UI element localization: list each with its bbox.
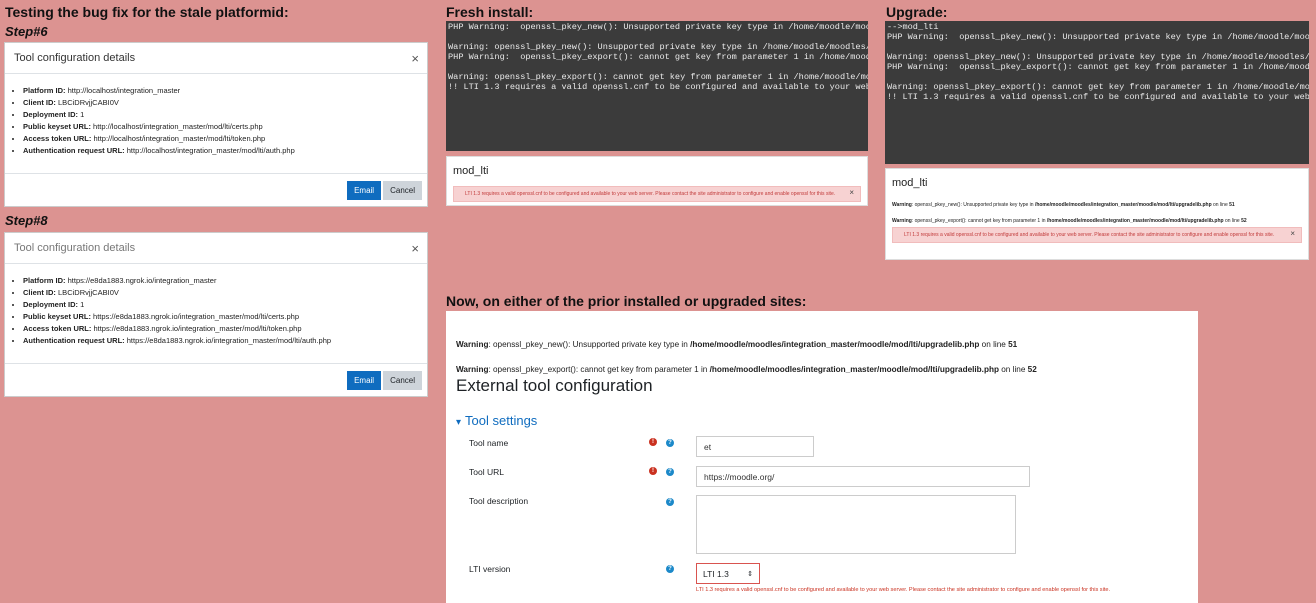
list-item: Public keyset URL: http://localhost/inte… [23, 121, 419, 133]
tool-description-textarea[interactable] [696, 495, 1016, 554]
list-item: Client ID: LBCiDRvjjCABI0V [23, 97, 419, 109]
list-item: Public keyset URL: https://e8da1883.ngro… [23, 311, 419, 323]
list-item: Platform ID: https://e8da1883.ngrok.io/i… [23, 275, 419, 287]
upgrade-terminal: -->mod_lti PHP Warning: openssl_pkey_new… [885, 21, 1309, 164]
lti-version-select[interactable]: LTI 1.3 ⇕ [696, 563, 760, 584]
step6-label: Step#6 [5, 24, 48, 39]
warning-line: Warning: openssl_pkey_new(): Unsupported… [892, 202, 1235, 208]
alert-text: LTI 1.3 requires a valid openssl.cnf to … [904, 232, 1275, 238]
modal-header: Tool configuration details × [5, 43, 427, 74]
list-item: Platform ID: http://localhost/integratio… [23, 85, 419, 97]
help-icon[interactable]: ? [666, 565, 674, 573]
required-icon: ! [649, 438, 657, 446]
lti-version-label: LTI version [469, 564, 511, 574]
tool-url-input[interactable]: https://moodle.org/ [696, 466, 1030, 487]
fresh-mod-lti-panel: mod_lti LTI 1.3 requires a valid openssl… [446, 156, 868, 206]
modal-header: Tool configuration details × [5, 233, 427, 264]
list-item: Authentication request URL: http://local… [23, 145, 419, 157]
heading-fresh-install: Fresh install: [446, 4, 534, 20]
close-icon[interactable]: × [1290, 230, 1295, 238]
help-icon[interactable]: ? [666, 498, 674, 506]
help-icon[interactable]: ? [666, 439, 674, 447]
help-icon[interactable]: ? [666, 468, 674, 476]
close-icon[interactable]: × [849, 189, 854, 197]
heading-testing: Testing the bug fix for the stale platfo… [5, 4, 289, 20]
modal-title: Tool configuration details [14, 52, 136, 64]
config-details-list: Platform ID: https://e8da1883.ngrok.io/i… [23, 275, 419, 346]
upgrade-mod-lti-panel: mod_lti Warning: openssl_pkey_new(): Uns… [885, 168, 1309, 260]
tool-settings-section[interactable]: ▾ Tool settings [456, 413, 537, 428]
select-arrow-icon: ⇕ [747, 570, 753, 578]
modal-title: Tool configuration details [14, 242, 136, 254]
warning-line: Warning: openssl_pkey_export(): cannot g… [456, 365, 1037, 374]
config-details-list: Platform ID: http://localhost/integratio… [23, 85, 419, 156]
panel-title: mod_lti [892, 177, 928, 189]
close-icon[interactable]: × [411, 241, 419, 256]
external-tool-config-page: Warning: openssl_pkey_new(): Unsupported… [446, 311, 1198, 603]
openssl-alert: LTI 1.3 requires a valid openssl.cnf to … [453, 186, 861, 202]
list-item: Access token URL: https://e8da1883.ngrok… [23, 323, 419, 335]
tool-name-input[interactable]: et [696, 436, 814, 457]
step8-modal: Tool configuration details × Platform ID… [4, 232, 428, 397]
panel-title: mod_lti [453, 165, 489, 177]
email-button[interactable]: Email [347, 370, 382, 390]
modal-footer: Email Cancel [5, 173, 427, 206]
cancel-button[interactable]: Cancel [383, 180, 422, 200]
modal-body: Platform ID: http://localhost/integratio… [5, 74, 427, 156]
alert-text: LTI 1.3 requires a valid openssl.cnf to … [465, 191, 836, 197]
lti-version-error: LTI 1.3 requires a valid openssl.cnf to … [696, 587, 1111, 593]
step6-modal: Tool configuration details × Platform ID… [4, 42, 428, 207]
select-value: LTI 1.3 [703, 568, 729, 579]
cancel-button[interactable]: Cancel [383, 370, 422, 390]
fresh-install-terminal: PHP Warning: openssl_pkey_new(): Unsuppo… [446, 21, 868, 151]
list-item: Deployment ID: 1 [23, 299, 419, 311]
step8-label: Step#8 [5, 213, 48, 228]
warning-line: Warning: openssl_pkey_new(): Unsupported… [456, 340, 1018, 349]
modal-body: Platform ID: https://e8da1883.ngrok.io/i… [5, 264, 427, 346]
page-title: External tool configuration [456, 376, 653, 395]
tool-name-label: Tool name [469, 438, 509, 448]
modal-footer: Email Cancel [5, 363, 427, 396]
close-icon[interactable]: × [411, 51, 419, 66]
openssl-alert: LTI 1.3 requires a valid openssl.cnf to … [892, 227, 1302, 243]
email-button[interactable]: Email [347, 180, 382, 200]
warning-line: Warning: openssl_pkey_export(): cannot g… [892, 218, 1247, 224]
list-item: Access token URL: http://localhost/integ… [23, 133, 419, 145]
tool-url-label: Tool URL [469, 467, 504, 477]
required-icon: ! [649, 467, 657, 475]
heading-now: Now, on either of the prior installed or… [446, 293, 807, 309]
heading-upgrade: Upgrade: [886, 4, 948, 20]
section-title: Tool settings [465, 413, 538, 428]
list-item: Client ID: LBCiDRvjjCABI0V [23, 287, 419, 299]
chevron-down-icon[interactable]: ▾ [456, 417, 461, 428]
list-item: Authentication request URL: https://e8da… [23, 335, 419, 347]
list-item: Deployment ID: 1 [23, 109, 419, 121]
tool-description-label: Tool description [469, 496, 529, 506]
